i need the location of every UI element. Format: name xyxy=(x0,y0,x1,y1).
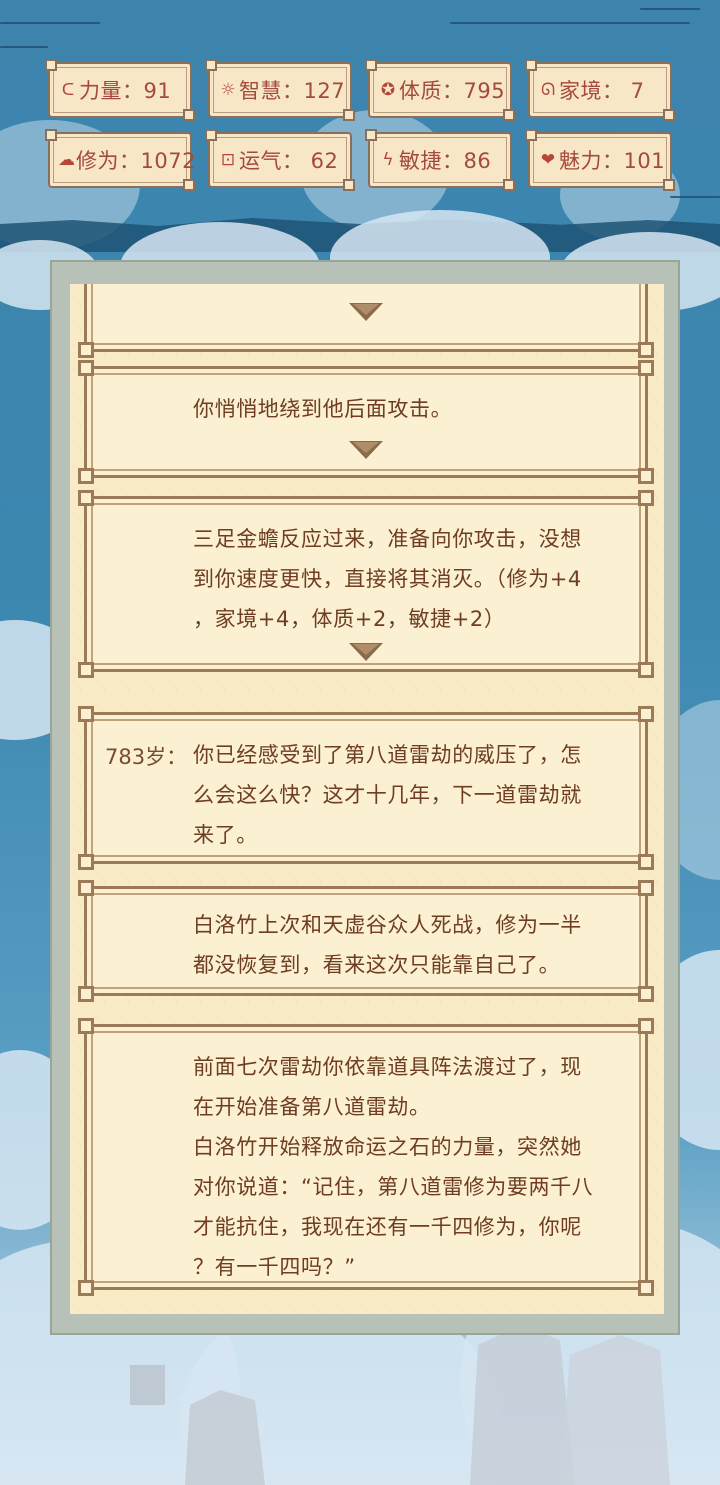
stat-box: ☼ 智慧：127 xyxy=(205,59,355,121)
frame-corner xyxy=(78,468,94,484)
stat-box: ❤ 魅力：101 xyxy=(525,129,675,191)
stat-box: ☁ 修为：1072 xyxy=(45,129,195,191)
cloud-icon: ☁ xyxy=(58,150,75,170)
frame-corner xyxy=(78,880,94,896)
event-card: 三足金蟾反应过来，准备向你攻击，没想 到你速度更快，直接将其消灭。（修为+4 ，… xyxy=(78,490,654,678)
stat-box: ᘏ 家境： 7 xyxy=(525,59,675,121)
event-text: 前面七次雷劫你依靠道具阵法渡过了，现 在开始准备第八道雷劫。 白洛竹开始释放命运… xyxy=(193,1055,594,1279)
cycle-icon: ✪ xyxy=(380,80,396,100)
frame-corner xyxy=(638,706,654,722)
frame-corner xyxy=(638,468,654,484)
stat-box: ✪ 体质：795 xyxy=(365,59,515,121)
frame-corner xyxy=(78,1018,94,1034)
stat-label: 体质：795 xyxy=(399,79,506,103)
continue-arrow-icon[interactable] xyxy=(349,441,383,459)
family-icon: ᘏ xyxy=(540,80,556,100)
continue-arrow-icon[interactable] xyxy=(349,303,383,321)
stat-label: 家境： 7 xyxy=(559,79,645,103)
frame-corner xyxy=(78,360,94,376)
event-log[interactable]: 绕后攻击你悄悄地绕到他后面攻击。三足金蟾反应过来，准备向你攻击，没想 到你速度更… xyxy=(70,284,664,1314)
stat-label: 魅力：101 xyxy=(559,149,666,173)
event-card: 绕后攻击 xyxy=(78,284,654,358)
continue-arrow-icon[interactable] xyxy=(349,643,383,661)
event-card: 783岁： 你已经感受到了第八道雷劫的威压了，怎 么会这么快？这才十几年，下一道雷… xyxy=(78,706,654,870)
frame-corner xyxy=(638,1018,654,1034)
attribute-panel: ᑕ 力量：91 ☼ 智慧：127 ✪ 体质：795 ᘏ 家境： 7 ☁ 修为：1072 ⊡ 运气： 6… xyxy=(45,59,675,191)
stat-label: 敏捷：86 xyxy=(399,149,492,173)
event-age: 783岁： xyxy=(105,745,188,769)
event-card: 前面七次雷劫你依靠道具阵法渡过了，现 在开始准备第八道雷劫。 白洛竹开始释放命运… xyxy=(78,1018,654,1296)
stat-box: ⊡ 运气： 62 xyxy=(205,129,355,191)
stat-label: 运气： 62 xyxy=(239,149,339,173)
event-text: 你已经感受到了第八道雷劫的威压了，怎 么会这么快？这才十几年，下一道雷劫就 来了… xyxy=(193,743,582,847)
frame-corner xyxy=(78,1280,94,1296)
stat-box: ϟ 敏捷：86 xyxy=(365,129,515,191)
stat-label: 智慧：127 xyxy=(239,79,346,103)
frame-corner xyxy=(638,342,654,358)
stat-box: ᑕ 力量：91 xyxy=(45,59,195,121)
event-card: 白洛竹上次和天虚谷众人死战，修为一半 都没恢复到，看来这次只能靠自己了。 xyxy=(78,880,654,1002)
stat-label: 力量：91 xyxy=(79,79,172,103)
frame-corner xyxy=(78,854,94,870)
frame-corner xyxy=(78,662,94,678)
lightning-icon: ϟ xyxy=(382,150,394,170)
frame-corner xyxy=(638,854,654,870)
stat-label: 修为：1072 xyxy=(76,149,196,173)
event-text: 三足金蟾反应过来，准备向你攻击，没想 到你速度更快，直接将其消灭。（修为+4 ，… xyxy=(193,527,582,631)
dice-icon: ⊡ xyxy=(220,150,236,170)
event-text: 你悄悄地绕到他后面攻击。 xyxy=(193,397,453,421)
heart-icon: ❤ xyxy=(540,150,556,170)
event-text: 白洛竹上次和天虚谷众人死战，修为一半 都没恢复到，看来这次只能靠自己了。 xyxy=(193,913,582,977)
frame-corner xyxy=(78,706,94,722)
story-panel: 绕后攻击你悄悄地绕到他后面攻击。三足金蟾反应过来，准备向你攻击，没想 到你速度更… xyxy=(50,260,680,1335)
event-card: 你悄悄地绕到他后面攻击。 xyxy=(78,360,654,484)
frame-corner xyxy=(638,360,654,376)
frame-corner xyxy=(78,986,94,1002)
frame-corner xyxy=(638,490,654,506)
frame-corner xyxy=(638,986,654,1002)
frame-corner xyxy=(638,880,654,896)
frame-corner xyxy=(78,342,94,358)
muscle-icon: ᑕ xyxy=(61,80,75,100)
lightbulb-icon: ☼ xyxy=(220,80,236,100)
frame-corner xyxy=(78,490,94,506)
frame-corner xyxy=(638,1280,654,1296)
frame-corner xyxy=(638,662,654,678)
